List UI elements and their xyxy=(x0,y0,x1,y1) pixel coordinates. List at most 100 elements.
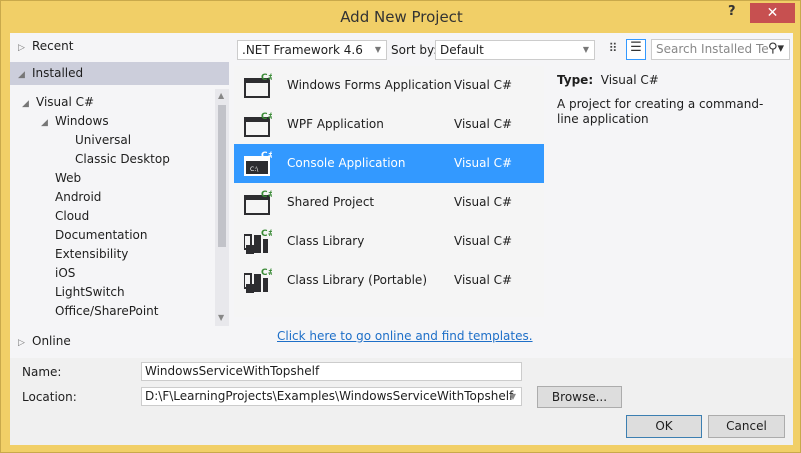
svg-text:C#: C# xyxy=(261,229,272,239)
online-templates-link[interactable]: Click here to go online and find templat… xyxy=(277,329,533,343)
template-name: Class Library (Portable) xyxy=(287,273,427,287)
chevron-down-icon: ▼ xyxy=(374,45,381,54)
tree-scrollbar[interactable]: ▲ ▼ xyxy=(215,89,229,326)
shared-project-icon: C# xyxy=(244,190,272,215)
console-icon: C:\ C# xyxy=(244,151,272,176)
name-label: Name: xyxy=(22,365,62,379)
tree-item[interactable]: ◢ Windows xyxy=(41,112,109,131)
sort-value: Default xyxy=(440,43,484,57)
scrollbar-thumb[interactable] xyxy=(218,105,226,247)
template-list: C# Windows Forms Application Visual C# C… xyxy=(234,66,544,317)
tree-item[interactable]: iOS xyxy=(55,264,75,283)
winforms-icon: C# xyxy=(244,73,272,98)
online-link-text[interactable]: Click here to go online and find templat… xyxy=(277,329,533,343)
collapse-icon: ◢ xyxy=(18,70,25,80)
cancel-button[interactable]: Cancel xyxy=(708,415,785,438)
location-label: Location: xyxy=(22,390,77,404)
tree-item-label: Visual C# xyxy=(36,95,95,109)
template-name: Console Application xyxy=(287,156,406,170)
template-row[interactable]: C# WPF Application Visual C# xyxy=(234,105,544,144)
tree-item-label: Windows xyxy=(55,114,109,128)
template-language: Visual C# xyxy=(454,117,513,131)
name-field[interactable]: WindowsServiceWithTopshelf xyxy=(141,362,522,381)
tree-item-label: Android xyxy=(55,190,102,204)
template-row[interactable]: C# Class Library Visual C# xyxy=(234,222,544,261)
template-name: Windows Forms Application xyxy=(287,78,452,92)
sort-by-label: Sort by: xyxy=(391,43,438,57)
template-row[interactable]: C# Windows Forms Application Visual C# xyxy=(234,66,544,105)
location-field[interactable]: D:\F\LearningProjects\Examples\WindowsSe… xyxy=(141,387,522,406)
expand-icon: ▷ xyxy=(18,338,25,348)
tree-item[interactable]: Cloud xyxy=(55,207,89,226)
svg-text:C#: C# xyxy=(261,112,272,122)
tree-item-label: Documentation xyxy=(55,228,148,242)
template-name: WPF Application xyxy=(287,117,384,131)
category-recent[interactable]: ▷ Recent xyxy=(10,35,229,57)
ok-button[interactable]: OK xyxy=(626,415,702,438)
search-input[interactable]: Search Installed Te ⚲▾ xyxy=(651,39,790,60)
search-icon: ⚲▾ xyxy=(767,41,784,56)
tree-item-label: Cloud xyxy=(55,209,90,223)
tree-item[interactable]: LightSwitch xyxy=(55,283,125,302)
class-library-icon: C# xyxy=(244,229,272,254)
help-button[interactable]: ? xyxy=(728,4,736,19)
framework-value: .NET Framework 4.6 xyxy=(242,43,363,57)
collapse-icon: ◢ xyxy=(22,99,29,109)
search-placeholder: Search Installed Te xyxy=(656,42,769,56)
tree-item[interactable]: Android xyxy=(55,188,101,207)
tree-item[interactable]: Extensibility xyxy=(55,245,128,264)
chevron-down-icon: ▼ xyxy=(582,45,589,54)
list-view-icon[interactable]: ☰ xyxy=(626,39,646,60)
type-label: Type: xyxy=(557,73,594,87)
template-row[interactable]: C# Shared Project Visual C# xyxy=(234,183,544,222)
type-value: Visual C# xyxy=(600,73,659,87)
recent-label: Recent xyxy=(32,39,74,53)
wpf-icon: C# xyxy=(244,112,272,137)
tree-item[interactable]: Documentation xyxy=(55,226,148,245)
tree-item-label: iOS xyxy=(55,266,76,280)
svg-text:C#: C# xyxy=(261,73,272,83)
template-language: Visual C# xyxy=(454,78,513,92)
tree-item[interactable]: ◢ Visual C# xyxy=(22,93,94,112)
template-name: Class Library xyxy=(287,234,365,248)
tree-item[interactable]: Web xyxy=(55,169,81,188)
small-icons-view-icon[interactable]: ⠿ xyxy=(604,41,622,59)
details-type: Type: Visual C# xyxy=(557,73,659,87)
template-name: Shared Project xyxy=(287,195,375,209)
browse-button[interactable]: Browse... xyxy=(537,386,622,408)
svg-text:C:\: C:\ xyxy=(250,166,259,173)
location-value: D:\F\LearningProjects\Examples\WindowsSe… xyxy=(145,389,514,403)
svg-text:C#: C# xyxy=(261,151,272,161)
template-row[interactable]: C# Class Library (Portable) Visual C# xyxy=(234,261,544,300)
tree-item[interactable]: Universal xyxy=(75,131,131,150)
tree-item[interactable]: Classic Desktop xyxy=(75,150,170,169)
svg-text:C#: C# xyxy=(261,190,272,200)
tree-item-label: LightSwitch xyxy=(55,285,125,299)
template-language: Visual C# xyxy=(454,195,513,209)
template-language: Visual C# xyxy=(454,273,513,287)
close-button[interactable]: ✕ xyxy=(750,3,795,23)
dialog-window: Add New Project ? ✕ ▷ Recent ◢ Installed ◢… xyxy=(0,0,801,453)
tree-item[interactable]: Office/SharePoint xyxy=(55,302,159,321)
category-online[interactable]: ▷ Online xyxy=(10,330,229,352)
dialog-title: Add New Project xyxy=(340,8,463,26)
template-language: Visual C# xyxy=(454,234,513,248)
collapse-icon: ◢ xyxy=(41,118,48,128)
tree-item-label: Universal xyxy=(75,133,132,147)
tree-item-label: Office/SharePoint xyxy=(55,304,159,318)
details-description: A project for creating a command-line ap… xyxy=(557,97,764,126)
category-installed[interactable]: ◢ Installed xyxy=(10,62,229,85)
online-label: Online xyxy=(32,334,71,348)
expand-icon: ▷ xyxy=(18,43,25,53)
installed-label: Installed xyxy=(32,66,84,80)
form-area: Name: WindowsServiceWithTopshelf Locatio… xyxy=(10,358,793,445)
svg-text:C#: C# xyxy=(261,268,272,278)
tree-item-label: Extensibility xyxy=(55,247,129,261)
class-library-portable-icon: C# xyxy=(244,268,272,293)
sort-dropdown[interactable]: Default ▼ xyxy=(435,40,595,60)
template-language: Visual C# xyxy=(454,156,513,170)
tree-item-label: Classic Desktop xyxy=(75,152,170,166)
template-row[interactable]: C:\ C# Console Application Visual C# xyxy=(234,144,544,183)
tree-item-label: Web xyxy=(55,171,82,185)
framework-dropdown[interactable]: .NET Framework 4.6 ▼ xyxy=(237,40,387,60)
